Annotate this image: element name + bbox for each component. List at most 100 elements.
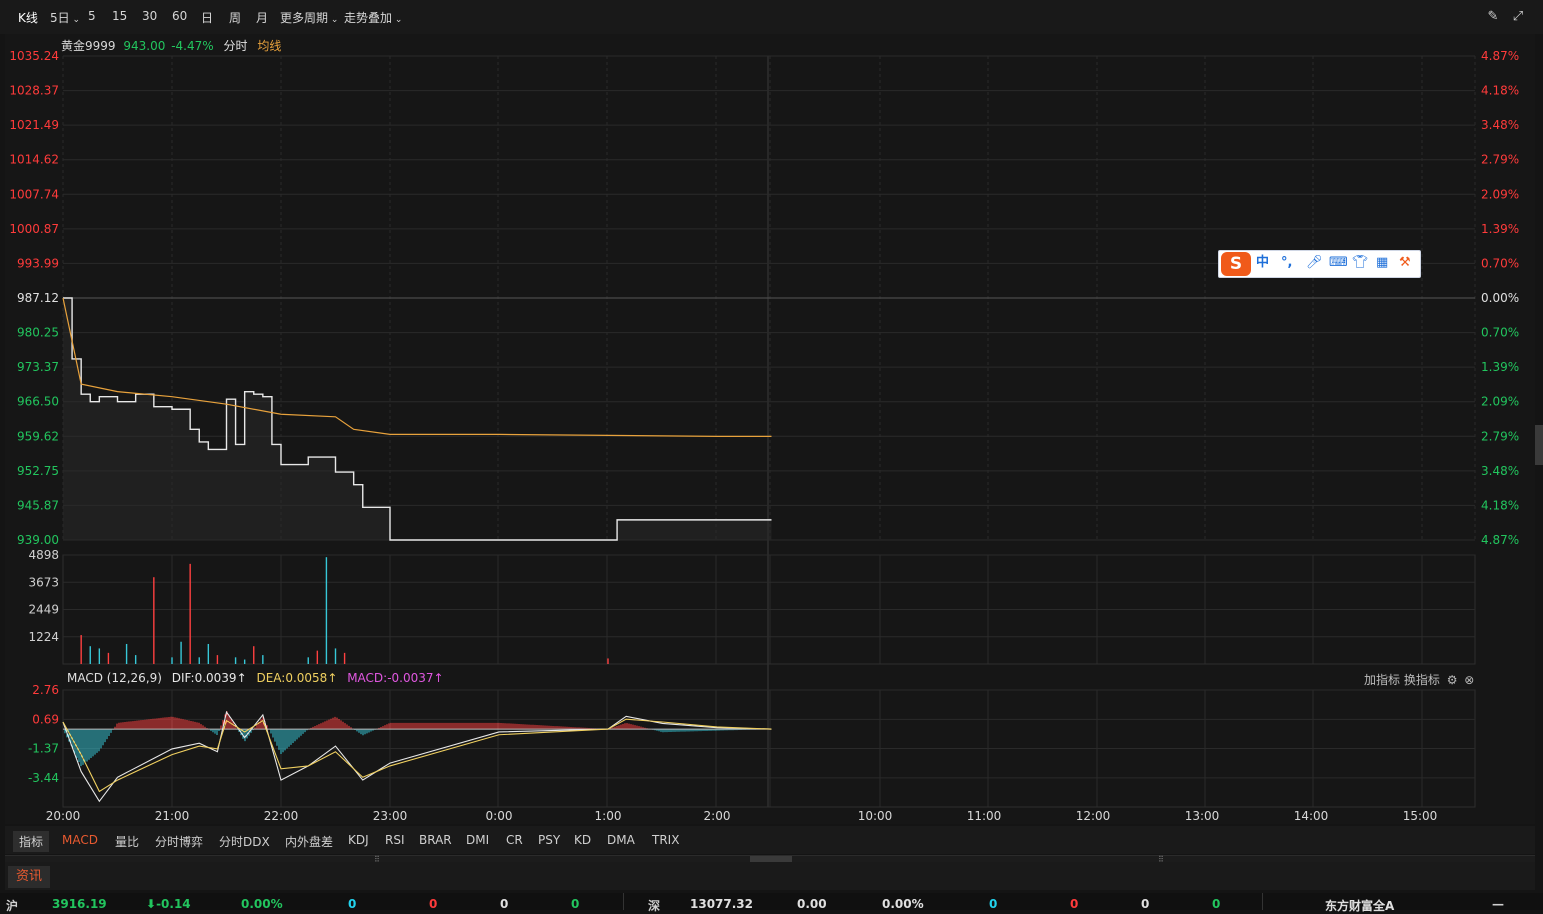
tab-trix[interactable]: TRIX: [652, 833, 679, 847]
percent-axis-label: 2.09%: [1481, 395, 1519, 409]
switch-indicator-button[interactable]: 换指标: [1404, 673, 1440, 687]
sz-index[interactable]: 13077.32: [690, 897, 753, 911]
period-day[interactable]: 日: [201, 9, 213, 26]
sz-label: 深: [648, 899, 661, 913]
price-axis-label: 1035.24: [9, 49, 59, 63]
period-5min[interactable]: 5: [88, 9, 96, 23]
sz-v1: 0: [989, 897, 998, 911]
percent-axis-label: 3.48%: [1481, 118, 1519, 132]
sh-index[interactable]: 3916.19: [52, 897, 107, 911]
time-axis-label: 0:00: [486, 809, 513, 823]
tab-kdj[interactable]: KDJ: [348, 833, 369, 847]
percent-axis-label: 4.87%: [1481, 49, 1519, 63]
tab-psy[interactable]: PSY: [538, 833, 560, 847]
time-axis-label: 22:00: [264, 809, 299, 823]
minimize-icon[interactable]: —: [1492, 897, 1504, 911]
tab-tick-game[interactable]: 分时博弈: [155, 833, 203, 850]
chart-canvas[interactable]: 1035.24 4.87% 1028.37 4.18% 1021.49 3.48% 1014…: [5, 34, 1535, 824]
percent-axis-label: 0.70%: [1481, 326, 1519, 340]
tab-brar[interactable]: BRAR: [419, 833, 452, 847]
macd-header: MACD (12,26,9) DIF:0.0039↑ DEA:0.0058↑ M…: [67, 671, 444, 685]
avg-line-label: 均线: [257, 39, 282, 53]
market-ticker: 沪 3916.19 ⬇-0.14 0.00% 0 0 0 0 深 13077.3…: [0, 893, 1543, 913]
tool-icon[interactable]: ⚒: [1399, 255, 1411, 271]
price-axis-label: 966.50: [17, 395, 59, 409]
sz-v3: 0: [1141, 897, 1150, 911]
tab-dma[interactable]: DMA: [607, 833, 635, 847]
keyboard-icon[interactable]: ⌨: [1329, 255, 1348, 271]
more-periods-label: 更多周期: [280, 11, 329, 25]
tab-indicator[interactable]: 指标: [13, 831, 50, 852]
macd-axis-label: 2.76: [32, 683, 59, 697]
overlay-dropdown[interactable]: 走势叠加 ⌄: [344, 9, 402, 26]
time-axis-label: 23:00: [373, 809, 408, 823]
sh-v1: 0: [348, 897, 357, 911]
add-indicator-button[interactable]: 加指标: [1364, 673, 1400, 687]
sh-v4: 0: [571, 897, 580, 911]
settings-gear-icon[interactable]: ⚙: [1447, 673, 1458, 687]
tab-rsi[interactable]: RSI: [385, 833, 405, 847]
price-area: [63, 298, 772, 540]
arrow-up-icon: ↑: [327, 671, 338, 685]
all-a-label[interactable]: 东方财富全A: [1325, 897, 1394, 914]
sogou-logo[interactable]: S: [1221, 252, 1251, 276]
side-scroll-handle[interactable]: [1535, 425, 1543, 465]
percent-axis-label: 4.18%: [1481, 84, 1519, 98]
symbol-name: 黄金9999: [61, 39, 116, 53]
macd-actions: 加指标 换指标 ⚙ ⊗: [1364, 671, 1474, 688]
period-5day-label: 5日: [50, 11, 70, 25]
mic-icon[interactable]: 🎤︎: [1306, 255, 1323, 271]
tab-inner-outer[interactable]: 内外盘差: [285, 833, 333, 850]
period-kline[interactable]: K线: [18, 9, 38, 26]
percent-axis-label: 4.18%: [1481, 498, 1519, 512]
tab-news[interactable]: 资讯: [8, 866, 51, 888]
ime-toolbar[interactable]: S 中 °, 🎤︎ ⌨ 👕︎ ▦ ⚒: [1218, 250, 1421, 278]
news-bar: [5, 862, 1535, 890]
grid-icon[interactable]: ▦: [1376, 255, 1388, 271]
period-60min[interactable]: 60: [172, 9, 187, 23]
sz-pct: 0.00%: [882, 897, 924, 911]
price-axis-label: 1014.62: [9, 153, 59, 167]
macd-title: MACD (12,26,9): [67, 671, 162, 685]
arrow-up-icon: ↑: [433, 671, 444, 685]
period-toolbar: K线 5日 ⌄ 5 15 30 60 日 周 月 更多周期 ⌄ 走势叠加 ⌄ ✎…: [0, 0, 1543, 34]
tab-kd[interactable]: KD: [574, 833, 591, 847]
ime-punctuation[interactable]: °,: [1281, 255, 1292, 271]
price-axis-label: 1000.87: [9, 222, 59, 236]
tab-volume-ratio[interactable]: 量比: [115, 833, 139, 850]
overlay-label: 走势叠加: [344, 11, 393, 25]
price-axis-label: 993.99: [17, 256, 59, 270]
price-axis-label: 1021.49: [9, 118, 59, 132]
time-axis-label: 21:00: [155, 809, 190, 823]
ticker-divider: [623, 893, 624, 910]
tab-dmi[interactable]: DMI: [466, 833, 489, 847]
price-axis-label: 945.87: [17, 498, 59, 512]
chart-header: 黄金9999 943.00 -4.47% 分时 均线: [61, 37, 281, 54]
volume-axis-label: 3673: [28, 575, 59, 589]
tab-ddx[interactable]: 分时DDX: [219, 833, 270, 850]
period-30min[interactable]: 30: [142, 9, 157, 23]
period-week[interactable]: 周: [229, 9, 241, 26]
percent-axis-label: 0.70%: [1481, 256, 1519, 270]
macd-value: MACD:-0.0037: [347, 671, 434, 685]
dif-value: DIF:0.0039: [171, 671, 237, 685]
close-circle-icon[interactable]: ⊗: [1464, 673, 1474, 687]
time-axis-label: 10:00: [858, 809, 893, 823]
ime-mode-chinese[interactable]: 中: [1256, 255, 1269, 271]
ticker-divider: [1262, 893, 1263, 910]
sh-label: 沪: [6, 899, 19, 913]
sh-v3: 0: [500, 897, 509, 911]
period-15min[interactable]: 15: [112, 9, 127, 23]
tab-macd[interactable]: MACD: [62, 833, 98, 847]
expand-icon[interactable]: ⤢: [1510, 9, 1526, 25]
percent-axis-label: 2.79%: [1481, 429, 1519, 443]
pen-icon[interactable]: ✎: [1485, 9, 1501, 25]
more-periods-dropdown[interactable]: 更多周期 ⌄: [280, 9, 338, 26]
period-5day[interactable]: 5日 ⌄: [50, 9, 80, 26]
price-axis-label: 980.25: [17, 326, 59, 340]
tab-cr[interactable]: CR: [506, 833, 523, 847]
period-month[interactable]: 月: [256, 9, 268, 26]
shirt-icon[interactable]: 👕︎: [1352, 255, 1369, 271]
sh-pct: 0.00%: [241, 897, 283, 911]
price-axis-label: 1007.74: [9, 187, 59, 201]
